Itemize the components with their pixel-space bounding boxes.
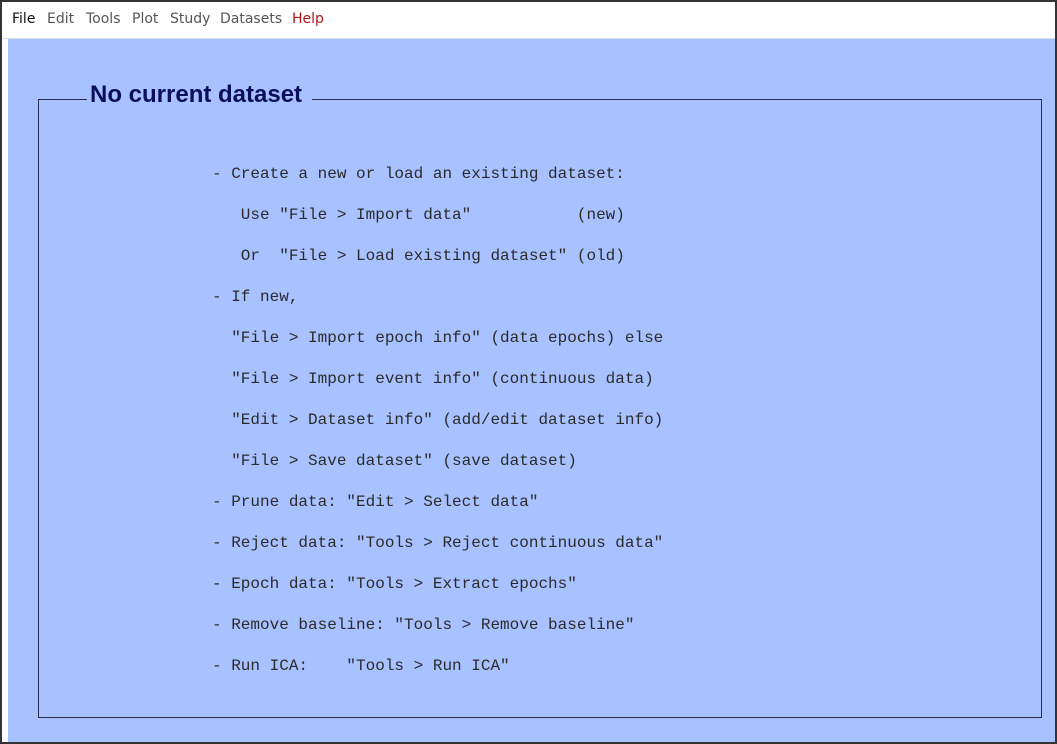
menu-bar: File Edit Tools Plot Study Datasets Help [2,2,1055,39]
instruction-line: Use "File > Import data" (new) [212,206,625,224]
menu-help[interactable]: Help [292,11,324,27]
instruction-line: Or "File > Load existing dataset" (old) [212,247,625,265]
instruction-line: - If new, [212,288,299,306]
instruction-line: "Edit > Dataset info" (add/edit dataset … [212,411,664,429]
menu-datasets[interactable]: Datasets [220,11,282,27]
instruction-line: - Run ICA: "Tools > Run ICA" [212,657,510,675]
menu-file[interactable]: File [12,11,35,27]
app-window: File Edit Tools Plot Study Datasets Help… [0,0,1057,744]
menu-tools[interactable]: Tools [86,11,121,27]
main-content: No current dataset - Create a new or loa… [8,39,1055,742]
instruction-line: "File > Import epoch info" (data epochs)… [212,329,664,347]
menu-study[interactable]: Study [170,11,210,27]
instruction-line: - Reject data: "Tools > Reject continuou… [212,534,664,552]
instruction-line: - Epoch data: "Tools > Extract epochs" [212,575,577,593]
instruction-line: "File > Import event info" (continuous d… [212,370,654,388]
menu-edit[interactable]: Edit [47,11,74,27]
instruction-line: - Create a new or load an existing datas… [212,165,625,183]
instruction-line: - Prune data: "Edit > Select data" [212,493,539,511]
instruction-line: "File > Save dataset" (save dataset) [212,452,577,470]
instruction-line: - Remove baseline: "Tools > Remove basel… [212,616,635,634]
panel-title: No current dataset [87,80,313,110]
menu-plot[interactable]: Plot [132,11,158,27]
